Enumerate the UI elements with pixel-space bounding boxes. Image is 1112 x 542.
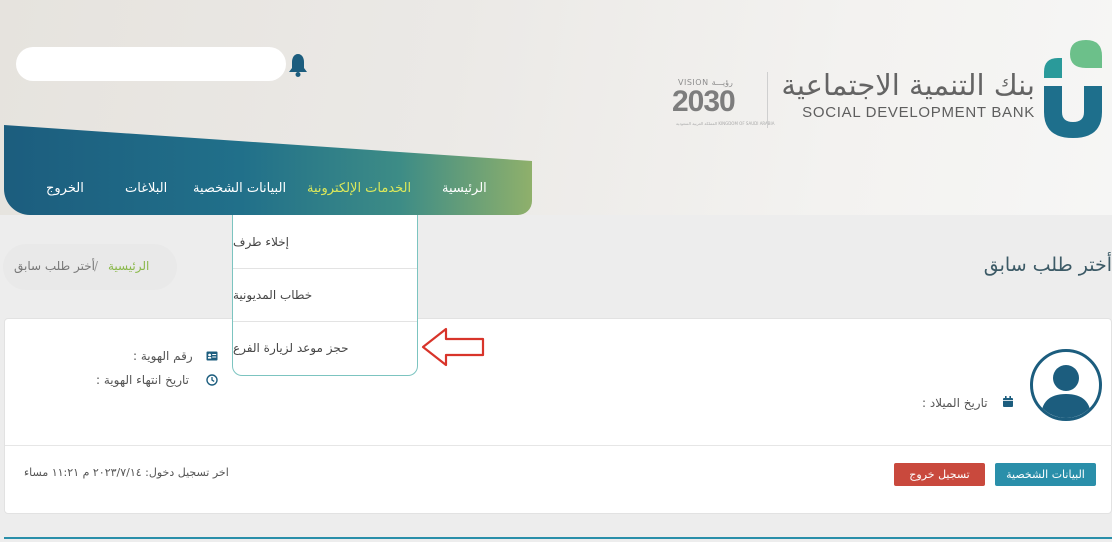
nav-item-reports[interactable]: البلاغات (125, 181, 167, 203)
nav-item-personal-data[interactable]: البيانات الشخصية (193, 181, 286, 203)
user-avatar-icon (1030, 349, 1102, 421)
sdb-logo (1044, 40, 1102, 138)
clock-icon (206, 374, 218, 386)
dropdown-item-branch-appointment[interactable]: حجز موعد لزيارة الفرع (233, 322, 417, 374)
search-input[interactable] (16, 47, 286, 81)
red-arrow-icon (421, 327, 485, 367)
header-divider (767, 72, 768, 128)
vision-sub-text: المملكة العربية السعودية KINGDOM OF SAUD… (676, 121, 775, 126)
page-title: أختر طلب سابق (983, 254, 1112, 276)
bank-name-arabic: بنك التنمية الاجتماعية (781, 68, 1035, 102)
personal-data-button[interactable]: البيانات الشخصية (995, 463, 1096, 486)
dropdown-item-clearance[interactable]: إخلاء طرف (233, 216, 417, 268)
dropdown-item-debt-letter[interactable]: خطاب المديونية (233, 269, 417, 321)
vision-year: 2030 (672, 85, 736, 118)
last-login-text: اخر تسجيل دخول: ٢٠٢٣/٧/١٤ م ١١:٢١ مساء (24, 466, 229, 479)
vision-2030-logo: VISION رؤيـــة 2030 المملكة العربية السع… (672, 78, 774, 132)
e-services-dropdown: إخلاء طرف خطاب المديونية حجز موعد لزيارة… (232, 215, 418, 376)
breadcrumb-home[interactable]: الرئيسية (108, 259, 149, 273)
nav-item-home[interactable]: الرئيسية (442, 181, 487, 203)
card-divider (5, 445, 1112, 446)
id-expiry-label: تاريخ انتهاء الهوية : (96, 373, 189, 387)
bell-icon[interactable] (288, 52, 308, 78)
bank-name-english: SOCIAL DEVELOPMENT BANK (802, 104, 1035, 121)
footer-accent-line (4, 537, 1112, 539)
nav-item-e-services[interactable]: الخدمات الإلكترونية (307, 181, 411, 203)
id-number-label: رقم الهوية : (133, 349, 193, 363)
id-card-icon (206, 351, 218, 361)
birth-date-label: تاريخ الميلاد : (922, 396, 988, 410)
breadcrumb-current: أختر طلب سابق (14, 259, 95, 273)
calendar-icon (1003, 396, 1013, 407)
logout-button[interactable]: تسجيل خروج (894, 463, 985, 486)
nav-item-exit[interactable]: الخروج (46, 181, 84, 203)
